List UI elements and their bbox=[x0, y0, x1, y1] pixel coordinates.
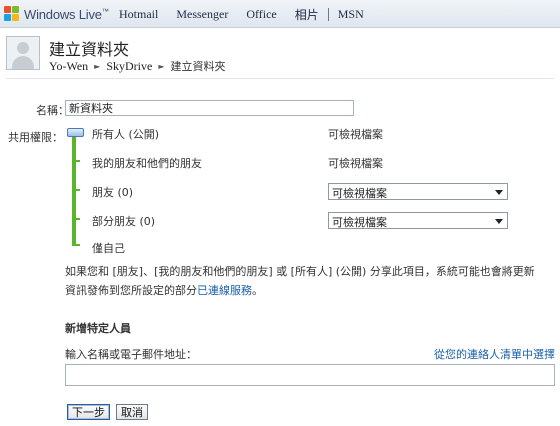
brand-name: Windows Live™ bbox=[24, 6, 109, 22]
permission-label: 共用權限： bbox=[8, 131, 63, 144]
level-friends[interactable]: 朋友 (0) bbox=[92, 184, 133, 200]
cancel-button[interactable]: 取消 bbox=[116, 404, 148, 420]
windows-flag-icon bbox=[4, 6, 20, 22]
choose-from-contacts-link[interactable]: 從您的連絡人清單中選擇 bbox=[434, 346, 555, 362]
level-some-friends[interactable]: 部分朋友 (0) bbox=[92, 213, 155, 229]
top-header: Windows Live™ Hotmail Messenger Office 相… bbox=[0, 0, 560, 28]
folder-name-input[interactable] bbox=[65, 100, 354, 116]
breadcrumb-skydrive[interactable]: SkyDrive bbox=[106, 59, 152, 74]
nav-photos[interactable]: 相片 bbox=[286, 6, 328, 23]
dropdown-arrow-icon bbox=[495, 190, 503, 195]
breadcrumb-user[interactable]: Yo-Wen bbox=[49, 59, 88, 74]
people-input-label: 輸入名稱或電子郵件地址： bbox=[65, 348, 197, 361]
breadcrumb-current: 建立資料夾 bbox=[170, 60, 226, 73]
permission-slider-track[interactable] bbox=[72, 137, 76, 246]
avatar[interactable] bbox=[6, 36, 40, 70]
breadcrumb: Yo-Wen ► SkyDrive ► 建立資料夾 bbox=[49, 58, 225, 74]
sharing-note: 如果您和 [朋友]、[我的朋友和他們的朋友] 或 [所有人] (公開) 分享此項… bbox=[65, 265, 535, 297]
level-everyone-value: 可檢視檔案 bbox=[328, 128, 383, 141]
level-everyone[interactable]: 所有人 (公開) bbox=[92, 126, 159, 142]
next-button[interactable]: 下一步 bbox=[67, 404, 110, 420]
user-placeholder-icon bbox=[17, 42, 29, 54]
top-nav: Hotmail Messenger Office 相片 MSN bbox=[110, 0, 373, 28]
breadcrumb-arrow-icon: ► bbox=[94, 61, 101, 71]
dropdown-arrow-icon bbox=[495, 219, 503, 224]
permission-slider-handle[interactable] bbox=[67, 128, 84, 137]
people-input[interactable] bbox=[65, 364, 555, 386]
page-title: 建立資料夾 bbox=[49, 40, 130, 59]
connected-services-link[interactable]: 已連線服務 bbox=[197, 284, 252, 297]
nav-hotmail[interactable]: Hotmail bbox=[110, 7, 167, 22]
windows-live-logo[interactable]: Windows Live™ bbox=[4, 4, 109, 24]
breadcrumb-arrow-icon: ► bbox=[158, 61, 165, 71]
level-friends-of-friends[interactable]: 我的朋友和他們的朋友 bbox=[92, 155, 202, 171]
add-people-title: 新增特定人員 bbox=[65, 322, 131, 335]
header-divider bbox=[6, 78, 554, 79]
nav-msn[interactable]: MSN bbox=[329, 7, 373, 22]
level-only-me[interactable]: 僅自己 bbox=[92, 240, 125, 256]
nav-office[interactable]: Office bbox=[237, 7, 285, 22]
friends-permission-select[interactable]: 可檢視檔案 bbox=[328, 183, 508, 200]
some-friends-permission-select[interactable]: 可檢視檔案 bbox=[328, 212, 508, 229]
level-friends-of-friends-value: 可檢視檔案 bbox=[328, 157, 383, 170]
nav-messenger[interactable]: Messenger bbox=[167, 7, 237, 22]
